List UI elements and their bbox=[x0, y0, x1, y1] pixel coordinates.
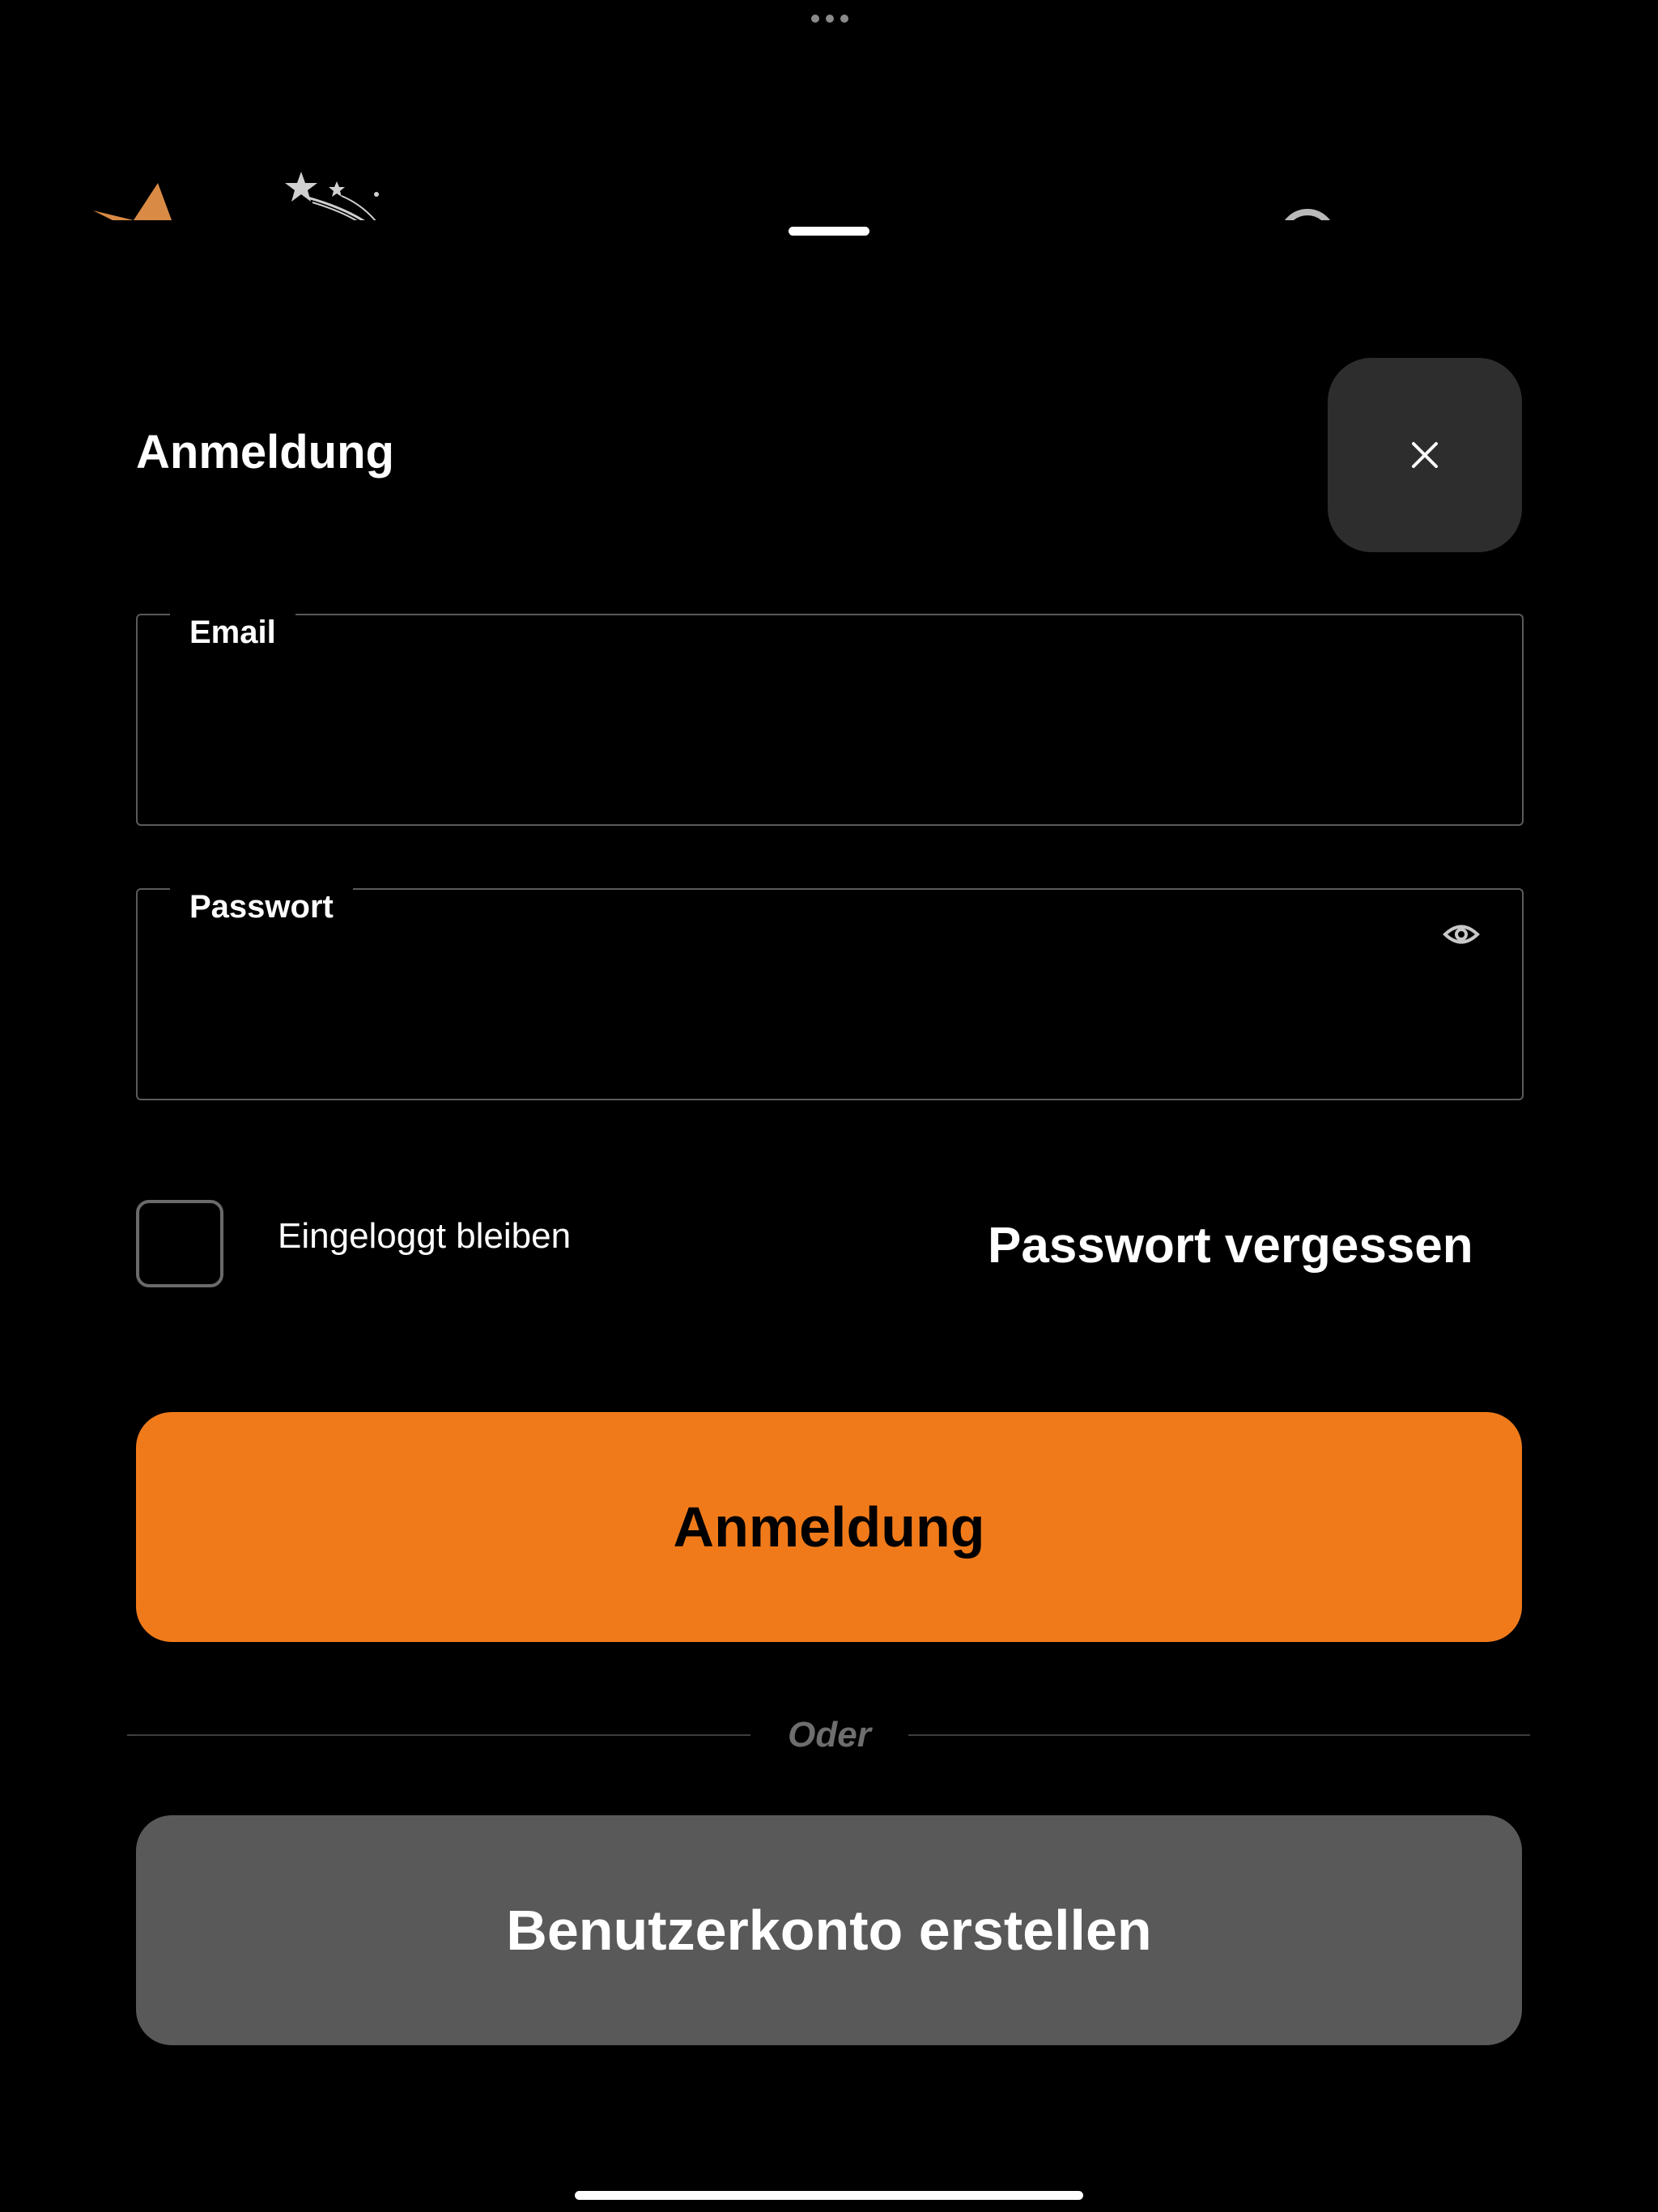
divider-label: Oder bbox=[788, 1715, 871, 1755]
password-field: Passwort bbox=[136, 878, 1524, 1100]
sheet-grabber[interactable] bbox=[789, 227, 869, 236]
email-field: Email bbox=[136, 604, 1524, 826]
page-title: Anmeldung bbox=[136, 426, 394, 479]
login-button[interactable]: Anmeldung bbox=[136, 1412, 1522, 1642]
forgot-password-link[interactable]: Passwort vergessen bbox=[988, 1214, 1473, 1278]
remember-me-label[interactable]: Eingeloggt bleiben bbox=[278, 1212, 571, 1261]
email-input[interactable] bbox=[186, 704, 1425, 777]
close-button[interactable] bbox=[1328, 358, 1522, 552]
multitasking-menu[interactable] bbox=[811, 15, 848, 24]
email-label: Email bbox=[170, 604, 295, 661]
background-app-header bbox=[0, 146, 1658, 220]
create-account-button-label: Benutzerkonto erstellen bbox=[506, 1899, 1152, 1962]
brand-logo-icon bbox=[93, 183, 172, 220]
avatar bbox=[1279, 209, 1336, 220]
divider-line bbox=[908, 1734, 1530, 1736]
close-icon bbox=[1412, 442, 1438, 468]
remember-me-checkbox[interactable] bbox=[136, 1200, 223, 1287]
password-label: Passwort bbox=[170, 878, 353, 935]
home-indicator[interactable] bbox=[575, 2191, 1083, 2200]
shooting-stars-icon bbox=[285, 172, 379, 220]
create-account-button[interactable]: Benutzerkonto erstellen bbox=[136, 1815, 1522, 2045]
divider-line bbox=[127, 1734, 750, 1736]
eye-icon[interactable] bbox=[1443, 916, 1480, 953]
password-input[interactable] bbox=[186, 979, 1425, 1052]
login-button-label: Anmeldung bbox=[673, 1495, 985, 1559]
login-sheet-screen: Anmeldung Email Passwort Eingeloggt blei… bbox=[0, 0, 1658, 2212]
